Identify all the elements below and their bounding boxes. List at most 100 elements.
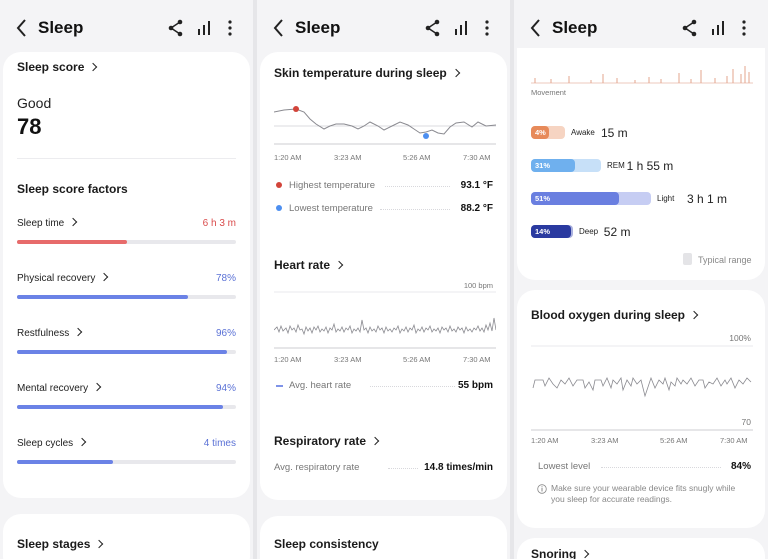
chart-icon[interactable] xyxy=(194,18,214,38)
sleep-score-heading[interactable]: Sleep score xyxy=(17,60,98,74)
sleep-screen-2: Sleep Skin temperature during sleep 1:20… xyxy=(257,0,510,559)
lowest-temp-label: Lowest temperature xyxy=(289,203,373,214)
factor-progress-fill xyxy=(17,240,127,244)
highest-temp-label: Highest temperature xyxy=(289,180,376,191)
chevron-right-icon xyxy=(334,260,344,270)
time-label: 5:26 AM xyxy=(660,436,688,445)
stage-duration: 1 h 55 m xyxy=(626,159,674,173)
factor-value: 78% xyxy=(215,273,236,284)
factor-label[interactable]: Mental recovery xyxy=(17,382,102,394)
chart-icon[interactable] xyxy=(451,18,471,38)
blood-oxygen-line xyxy=(532,376,752,398)
share-icon[interactable] xyxy=(166,18,186,38)
time-label: 7:30 AM xyxy=(463,153,491,162)
avg-heart-label: Avg. heart rate xyxy=(289,380,352,391)
stage-percent-bar: 4% xyxy=(531,126,549,139)
blood-oxygen-chart xyxy=(531,345,753,431)
factor-label-text: Restfulness xyxy=(17,328,70,339)
factor-progress-fill xyxy=(17,350,228,354)
lowest-level-label: Lowest level xyxy=(538,461,591,472)
blood-oxygen-heading[interactable]: Blood oxygen during sleep xyxy=(531,308,699,322)
time-label: 7:30 AM xyxy=(463,355,491,364)
time-label: 3:23 AM xyxy=(334,153,362,162)
sleep-consistency-heading[interactable]: Sleep consistency xyxy=(274,537,379,551)
highest-temp-value: 93.1 °F xyxy=(460,180,493,191)
vitals-card: Skin temperature during sleep 1:20 AM 3:… xyxy=(260,52,507,500)
factor-label-text: Physical recovery xyxy=(17,273,96,284)
chart-icon[interactable] xyxy=(708,18,728,38)
factors-heading: Sleep score factors xyxy=(17,182,128,196)
page-title: Sleep xyxy=(295,18,341,37)
leader-line xyxy=(388,468,418,469)
chevron-right-icon xyxy=(689,310,699,320)
stage-name: REM xyxy=(607,161,625,170)
avg-resp-label: Avg. respiratory rate xyxy=(274,462,360,473)
info-icon xyxy=(537,484,547,494)
skin-temp-chart xyxy=(274,106,496,145)
snoring-card: Snoring xyxy=(517,538,765,559)
back-arrow-icon[interactable] xyxy=(526,16,546,40)
sleep-screen-3: Sleep Movement 4% Awake 15 m 31% REM 1 h 55 m… xyxy=(514,0,768,559)
movement-chart xyxy=(531,66,753,84)
avg-line-icon xyxy=(276,385,283,387)
chevron-right-icon xyxy=(69,217,78,227)
stage-name: Awake xyxy=(571,128,595,137)
highest-point xyxy=(293,106,299,112)
time-label: 1:20 AM xyxy=(274,355,302,364)
share-icon[interactable] xyxy=(680,18,700,38)
back-arrow-icon[interactable] xyxy=(12,16,32,40)
stage-percent-bar: 14% xyxy=(531,225,571,238)
time-label: 5:26 AM xyxy=(403,153,431,162)
lowest-point xyxy=(423,133,429,139)
avg-heart-value: 55 bpm xyxy=(457,380,493,391)
chevron-right-icon xyxy=(370,436,380,446)
factor-label-text: Sleep cycles xyxy=(17,438,74,449)
page-title: Sleep xyxy=(552,18,598,37)
divider xyxy=(17,158,236,159)
factor-value: 6 h 3 m xyxy=(202,218,236,229)
page-title: Sleep xyxy=(38,18,84,37)
back-arrow-icon[interactable] xyxy=(269,16,289,40)
stage-name: Light xyxy=(657,194,675,203)
leader-line xyxy=(385,186,450,187)
sleep-stages-detail-card: Movement 4% Awake 15 m 31% REM 1 h 55 m 51% Lig… xyxy=(517,48,765,280)
app-bar: Sleep xyxy=(0,0,253,56)
chevron-right-icon xyxy=(77,437,87,447)
factor-label[interactable]: Sleep cycles xyxy=(17,437,87,449)
factor-label[interactable]: Sleep time xyxy=(17,217,78,229)
lowest-level-value: 84% xyxy=(730,461,751,472)
sleep-stages-heading[interactable]: Sleep stages xyxy=(17,537,104,551)
more-options-icon[interactable] xyxy=(477,18,497,38)
factor-progress-fill xyxy=(17,460,114,464)
time-label: 1:20 AM xyxy=(274,153,302,162)
leader-line xyxy=(601,467,721,468)
chevron-right-icon xyxy=(95,539,104,549)
movement-bars xyxy=(534,66,750,83)
chevron-right-icon xyxy=(74,327,83,337)
heart-top-label: 100 bpm xyxy=(463,281,493,290)
share-icon[interactable] xyxy=(423,18,443,38)
factor-value: 94% xyxy=(215,383,236,394)
more-options-icon[interactable] xyxy=(220,18,240,38)
more-options-icon[interactable] xyxy=(734,18,754,38)
typical-range-label: Typical range xyxy=(698,255,752,265)
heart-rate-heading[interactable]: Heart rate xyxy=(274,258,344,272)
chevron-right-icon xyxy=(581,549,590,559)
factor-label[interactable]: Physical recovery xyxy=(17,272,109,284)
chevron-right-icon xyxy=(100,272,109,282)
factor-label[interactable]: Restfulness xyxy=(17,327,83,339)
factor-label-text: Sleep time xyxy=(17,218,65,229)
skin-temp-heading[interactable]: Skin temperature during sleep xyxy=(274,66,460,80)
heart-rate-chart xyxy=(274,291,496,349)
lowest-dot-icon xyxy=(276,205,282,211)
factor-progress-fill xyxy=(17,295,188,299)
respiratory-heading[interactable]: Respiratory rate xyxy=(274,434,380,448)
factor-value: 4 times xyxy=(203,438,236,449)
oxygen-top-label: 100% xyxy=(729,333,751,343)
factor-progress-track xyxy=(17,460,236,464)
time-label: 5:26 AM xyxy=(403,355,431,364)
leader-line xyxy=(380,209,450,210)
chevron-right-icon xyxy=(89,62,98,72)
time-label: 3:23 AM xyxy=(591,436,619,445)
snoring-heading[interactable]: Snoring xyxy=(531,547,590,559)
